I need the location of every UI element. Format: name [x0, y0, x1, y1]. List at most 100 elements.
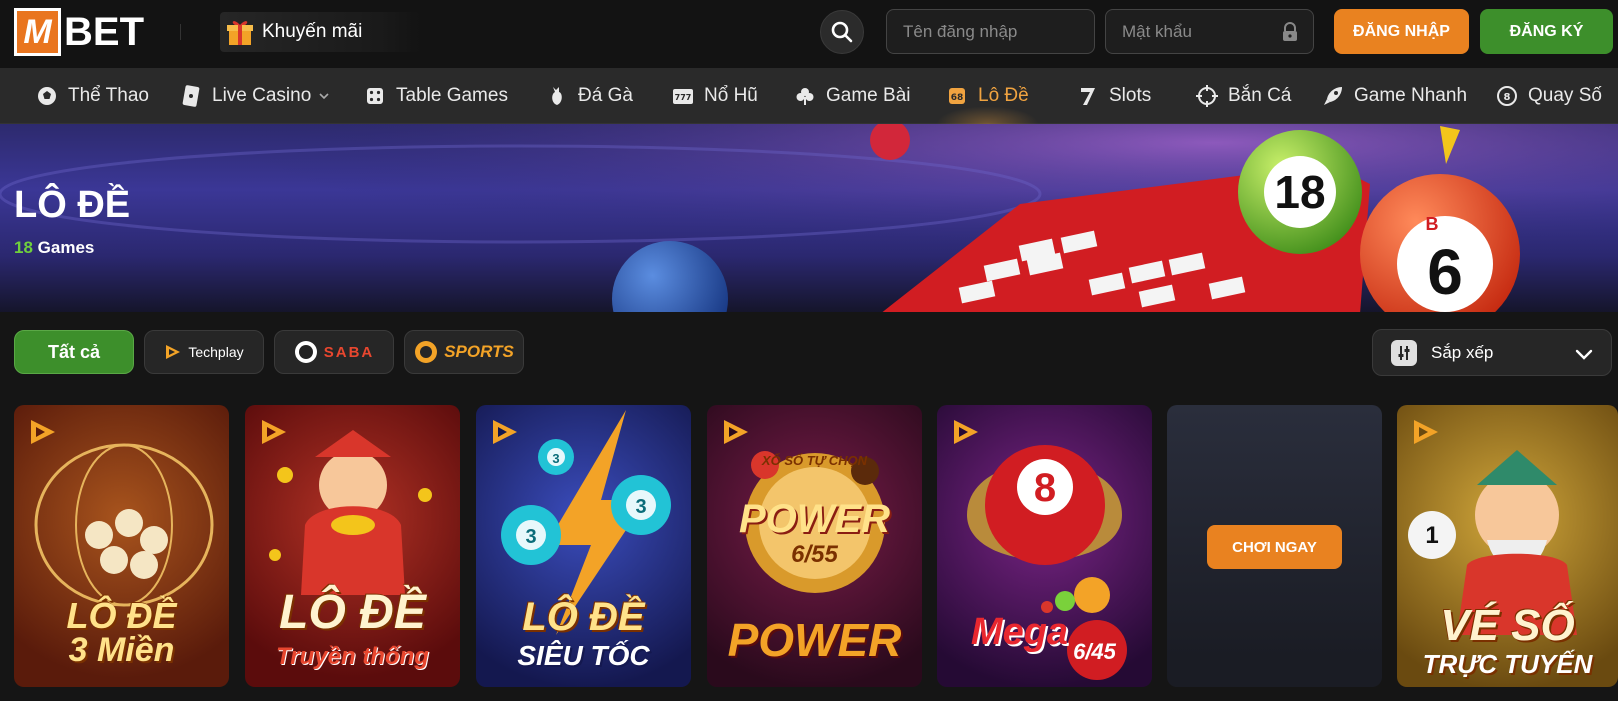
provider-label: SPORTS [444, 342, 514, 361]
nav-label: Game Nhanh [1354, 85, 1468, 106]
search-icon [831, 21, 853, 43]
login-button[interactable]: ĐĂNG NHẬP [1334, 9, 1469, 54]
nav-label: Đá Gà [578, 85, 633, 106]
rooster-icon [546, 85, 568, 107]
nav-item-live-casino[interactable]: Live Casino [180, 68, 331, 124]
banner-ball-labels: 18 B 6 [1274, 166, 1463, 308]
crosshair-icon [1196, 85, 1218, 107]
sort-label: Sắp xếp [1431, 342, 1494, 362]
playing-card-icon [180, 85, 202, 107]
game-title: POWER [738, 497, 891, 541]
game-title: VÉ SỐ [1440, 601, 1575, 650]
game-subtitle: TRỰC TUYẾN [1422, 649, 1593, 679]
provider-filter-techplay[interactable]: Techplay [144, 330, 264, 374]
search-button[interactable] [820, 10, 864, 54]
username-input[interactable] [903, 21, 1094, 42]
nav-item-slots[interactable]: Slots [1077, 68, 1151, 124]
red-ball-letter: B [1426, 214, 1439, 234]
game-subtitle: 6/45 [1073, 639, 1116, 664]
saba-logo-icon [294, 341, 317, 363]
nav-label: Thể Thao [68, 85, 149, 106]
nav-item-table-games[interactable]: Table Games [364, 68, 508, 124]
nav-item-the-thao[interactable]: Thể Thao [36, 68, 149, 124]
promotions-label: Khuyến mãi [262, 21, 363, 42]
nav-label: Lô Đề [978, 85, 1029, 106]
dice-icon [364, 85, 386, 107]
seven-icon [1077, 85, 1099, 107]
nav-item-ban-ca[interactable]: Bắn Cá [1196, 68, 1291, 124]
chevron-down-icon [319, 93, 329, 100]
games-count-suffix: Games [32, 238, 95, 257]
green-ball-number: 18 [1274, 166, 1325, 218]
slot-machine-icon: 777 [672, 85, 694, 107]
main-nav: Thể Thao Live Casino Table Games Đá Gà 7… [0, 68, 1618, 124]
soccer-ball-icon [36, 85, 58, 107]
chevron-down-icon [1575, 349, 1593, 360]
game-card-power-655[interactable]: XỔ SỐ TỰ CHỌN POWER 6/55 POWER [707, 405, 922, 687]
game-title: LÔ ĐỀ [522, 595, 645, 639]
nav-label: Nổ Hũ [704, 85, 758, 106]
game-card-lo-de-sieu-toc[interactable]: 3 3 3 LÔ ĐỀ SIÊU TỐC [476, 405, 691, 687]
lottery-icon: 68 [946, 85, 968, 107]
svg-text:1: 1 [1425, 522, 1438, 549]
svg-text:68: 68 [951, 93, 964, 103]
game-title: LÔ ĐỀ [279, 586, 426, 639]
promotions-button[interactable]: Khuyến mãi [220, 12, 420, 52]
nav-item-game-bai[interactable]: Game Bài [794, 68, 910, 124]
game-card-ve-so-truc-tuyen[interactable]: 1 VÉ SỐ TRỰC TUYẾN [1397, 405, 1618, 687]
provider-label: SABA [323, 343, 375, 361]
nav-label: Bắn Cá [1228, 85, 1292, 106]
rocket-icon [1322, 85, 1344, 107]
svg-text:3: 3 [525, 526, 536, 548]
page-title: LÔ ĐỀ [14, 184, 131, 226]
svg-text:3: 3 [635, 496, 646, 518]
game-card-mega-645[interactable]: 8 Mega 6/45 [937, 405, 1152, 687]
techplay-logo-icon [166, 345, 181, 359]
nav-item-lo-de[interactable]: 68 Lô Đề [936, 68, 1039, 124]
game-top-label: XỔ SỐ TỰ CHỌN [761, 453, 868, 468]
username-field[interactable] [886, 9, 1095, 54]
logo[interactable]: M BET [14, 7, 144, 57]
register-button[interactable]: ĐĂNG KÝ [1480, 9, 1613, 54]
sports-logo-icon [415, 341, 438, 363]
nav-item-quay-so[interactable]: 8 Quay Số [1496, 68, 1602, 124]
game-card-lo-de-truyen-thong[interactable]: LÔ ĐỀ Truyền thống [245, 405, 460, 687]
provider-filter-saba[interactable]: SABA [274, 330, 394, 374]
game-card-lo-de-3-mien[interactable]: LÔ ĐỀ 3 Miền [14, 405, 229, 687]
svg-text:777: 777 [675, 93, 692, 102]
sort-dropdown[interactable]: Sắp xếp [1372, 329, 1612, 376]
games-count: 18 Games [14, 238, 94, 258]
nav-item-game-nhanh[interactable]: Game Nhanh [1322, 68, 1467, 124]
play-now-button[interactable]: CHƠI NGAY [1207, 525, 1342, 569]
club-suit-icon [794, 85, 816, 107]
nav-label: Game Bài [826, 85, 911, 106]
gift-icon [222, 14, 258, 50]
lock-icon [1283, 22, 1297, 41]
nav-item-no-hu[interactable]: 777 Nổ Hũ [672, 68, 758, 124]
password-field[interactable] [1105, 9, 1314, 54]
game-subtitle: SIÊU TỐC [517, 640, 650, 671]
nav-label: Live Casino [212, 85, 312, 106]
game-subtitle: Truyền thống [276, 643, 429, 670]
sort-icon [1391, 339, 1417, 366]
nav-item-da-ga[interactable]: Đá Gà [546, 68, 633, 124]
nav-label: Quay Số [1528, 85, 1602, 106]
game-subtitle: 6/55 [791, 541, 838, 568]
nav-label: Slots [1109, 85, 1152, 106]
game-logo-text: POWER [727, 614, 902, 666]
nav-label: Table Games [396, 85, 508, 106]
svg-text:3: 3 [552, 451, 559, 466]
logo-text: BET [64, 9, 144, 54]
lottery-ball-icon: 8 [1496, 85, 1518, 107]
filter-all-button[interactable]: Tất cả [14, 330, 134, 374]
header: M BET Khuyến mãi ĐĂNG NHẬP ĐĂNG K [0, 0, 1618, 68]
red-ball-number: 6 [1427, 236, 1463, 308]
game-card-hover[interactable]: CHƠI NGAY [1167, 405, 1382, 687]
logo-mark: M [14, 8, 61, 56]
svg-text:8: 8 [1034, 466, 1056, 510]
games-count-number: 18 [14, 238, 33, 257]
category-banner: 18 B 6 LÔ ĐỀ 18 Games [0, 124, 1618, 312]
provider-filter-sports[interactable]: SPORTS [404, 330, 524, 374]
svg-text:8: 8 [1504, 92, 1511, 103]
divider [180, 24, 181, 40]
